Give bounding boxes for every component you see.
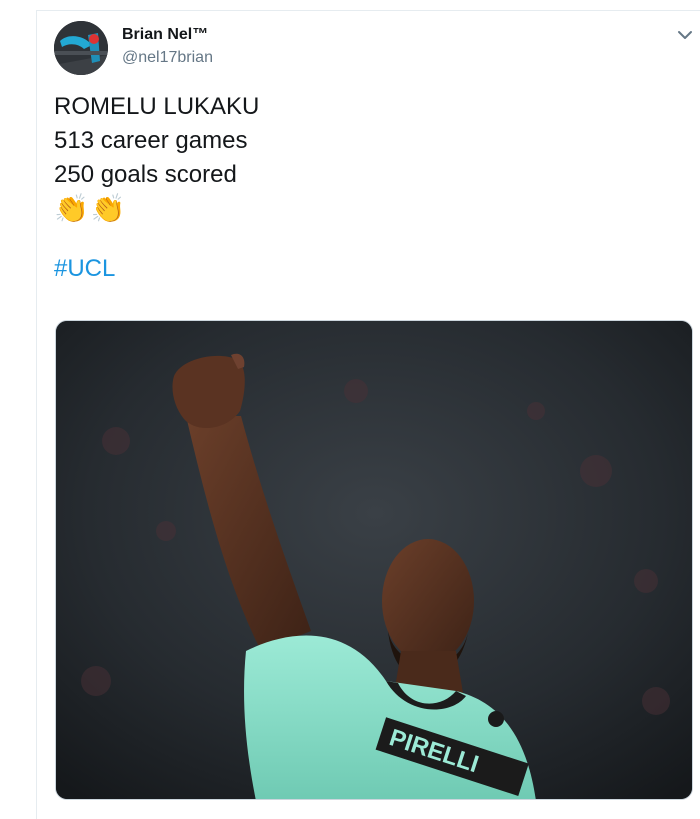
tweet-text: ROMELU LUKAKU 513 career games 250 goals…	[54, 90, 674, 286]
avatar[interactable]	[54, 21, 108, 75]
author-handle[interactable]: @nel17brian	[122, 49, 213, 67]
tweet-text-line: ROMELU LUKAKU	[54, 93, 260, 120]
clapping-hands-icon: 👏	[90, 192, 126, 225]
tweet-photo[interactable]: PIRELLI	[55, 320, 693, 800]
divider	[36, 10, 700, 11]
tweet-text-line: 250 goals scored	[54, 161, 237, 188]
tweet-card: Brian Nel™ @nel17brian ROMELU LUKAKU 513…	[0, 0, 700, 819]
author-display-name[interactable]: Brian Nel™	[122, 26, 208, 44]
hashtag-link[interactable]: #UCL	[54, 252, 674, 286]
emoji-row: 👏 👏	[54, 192, 674, 232]
tweet-text-line: 513 career games	[54, 127, 248, 154]
chevron-down-icon[interactable]	[676, 26, 694, 44]
clapping-hands-icon: 👏	[54, 192, 89, 225]
divider	[36, 10, 37, 819]
